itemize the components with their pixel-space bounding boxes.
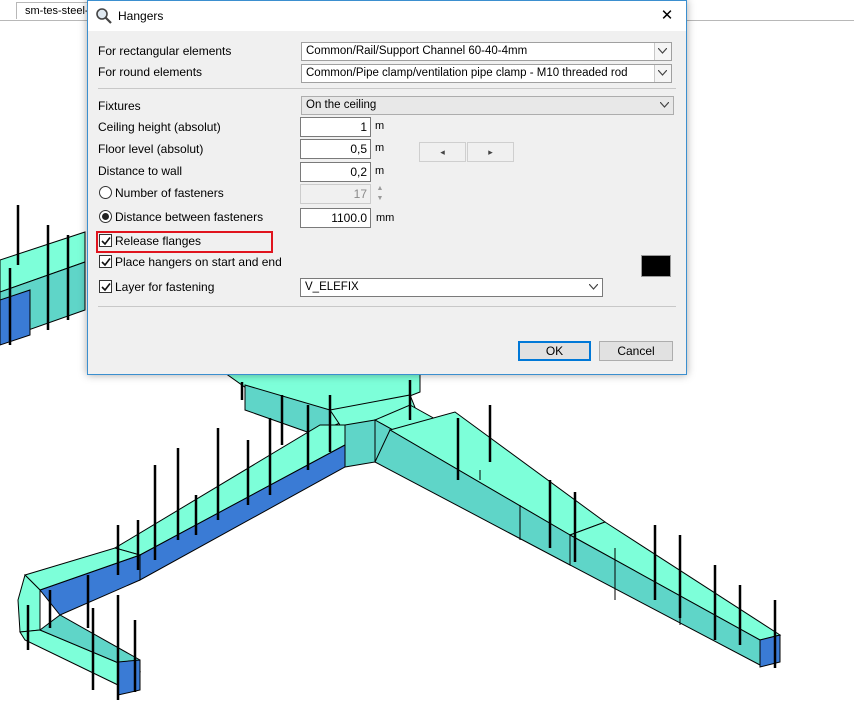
number-of-fasteners-radio[interactable] [99,186,112,199]
chevron-down-icon [657,97,673,114]
place-hangers-label: Place hangers on start and end [115,255,282,269]
nav-left-button[interactable]: ◂ [419,142,466,162]
ceiling-height-label: Ceiling height (absolut) [98,120,221,134]
duct-segment [113,424,346,556]
distance-to-wall-unit: m [375,165,385,177]
round-elements-value: Common/Pipe clamp/ventilation pipe clamp… [306,67,628,79]
duct-junction [344,419,376,468]
fasteners-spinner: ▲ ▼ [373,184,387,204]
distance-to-wall-label: Distance to wall [98,164,183,178]
distance-between-fasteners-input[interactable]: 1100.0 [300,208,371,228]
distance-between-fasteners-unit: mm [376,212,395,224]
checkmark-icon [101,258,111,267]
chevron-down-icon [654,65,671,82]
duct-segment [0,289,31,346]
radio-selected-dot [102,213,109,220]
ceiling-height-input[interactable]: 1 [300,117,371,137]
hangers-dialog: Hangers ✕ For rectangular elements Commo… [87,0,687,375]
fixtures-select[interactable]: On the ceiling [301,96,674,115]
layer-color-swatch[interactable] [641,255,671,277]
distance-to-wall-input[interactable]: 0,2 [300,162,371,182]
rect-elements-label: For rectangular elements [98,44,232,58]
chevron-down-icon [654,43,671,60]
close-icon[interactable]: ✕ [648,1,686,31]
spin-up-icon: ▲ [376,185,384,192]
layer-select[interactable]: V_ELEFIX [300,278,603,297]
duct-segment [139,444,346,581]
ceiling-height-unit: m [375,120,385,132]
duct-end-cap [117,659,141,696]
dialog-title: Hangers [118,9,164,23]
layer-for-fastening-checkbox[interactable] [99,280,112,293]
floor-level-unit: m [375,142,385,154]
fixtures-label: Fixtures [98,99,141,113]
duct-segment [569,534,761,666]
layer-value: V_ELEFIX [305,281,359,293]
rect-elements-value: Common/Rail/Support Channel 60-40-4mm [306,45,528,57]
spin-down-icon: ▼ [376,195,384,202]
divider [98,88,676,89]
cancel-button[interactable]: Cancel [599,341,673,361]
number-of-fasteners-input: 17 [300,184,371,204]
nav-right-button[interactable]: ▸ [467,142,514,162]
fixtures-value: On the ceiling [306,99,377,111]
round-elements-label: For round elements [98,65,203,79]
distance-between-fasteners-label: Distance between fasteners [115,210,264,224]
duct-end-cap [759,634,781,668]
floor-level-input[interactable]: 0,5 [300,139,371,159]
place-hangers-checkbox[interactable] [99,255,112,268]
floor-level-label: Floor level (absolut) [98,142,204,156]
ok-button[interactable]: OK [518,341,591,361]
checkmark-icon [101,283,111,292]
rect-elements-select[interactable]: Common/Rail/Support Channel 60-40-4mm [301,42,672,61]
highlight-annotation [96,231,273,253]
round-elements-select[interactable]: Common/Pipe clamp/ventilation pipe clamp… [301,64,672,83]
divider [98,306,676,307]
layer-for-fastening-label: Layer for fastening [115,280,215,294]
distance-between-fasteners-radio[interactable] [99,210,112,223]
chevron-down-icon [586,279,602,296]
number-of-fasteners-label: Number of fasteners [115,186,224,200]
dialog-titlebar[interactable]: Hangers ✕ [88,1,686,31]
search-icon [96,8,112,24]
